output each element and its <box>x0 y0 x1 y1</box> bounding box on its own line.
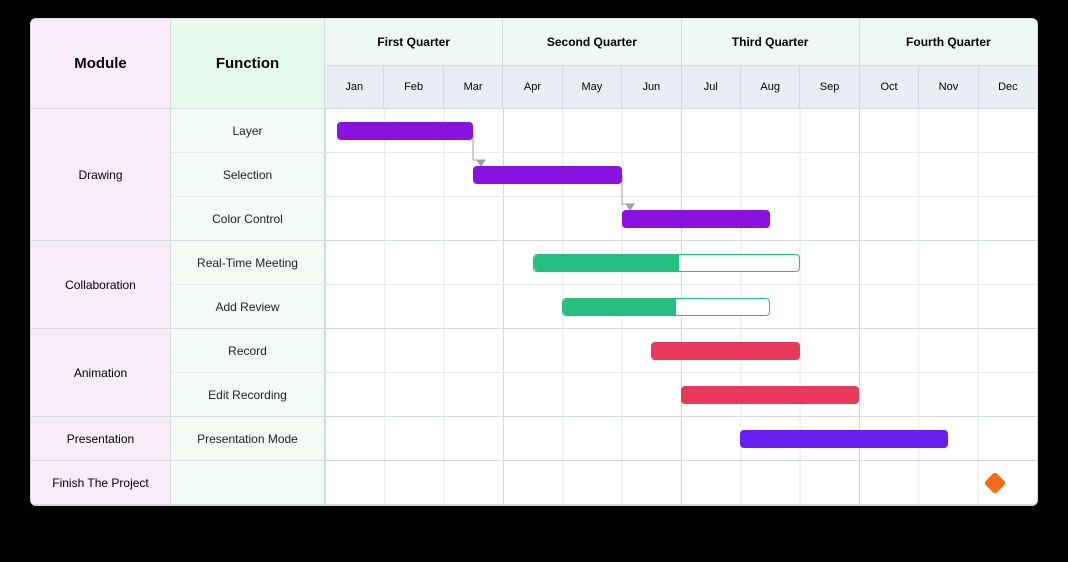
month-header: Jun <box>622 66 681 108</box>
function-cell: Record <box>171 329 325 372</box>
quarter-header: Fourth Quarter <box>860 19 1037 65</box>
timeline-cell <box>325 109 1037 152</box>
timeline-header: First Quarter Second Quarter Third Quart… <box>325 19 1037 108</box>
gantt-bar[interactable] <box>337 122 473 140</box>
month-header: Aug <box>741 66 800 108</box>
month-header: Jan <box>325 66 384 108</box>
gantt-body: DrawingLayerSelectionColor ControlCollab… <box>31 109 1037 505</box>
milestone-marker[interactable] <box>984 472 1007 495</box>
quarter-header: First Quarter <box>325 19 503 65</box>
timeline-cell <box>325 461 1037 504</box>
gantt-header: Module Function First Quarter Second Qua… <box>31 19 1037 109</box>
module-cell: Drawing <box>31 109 171 241</box>
timeline-cell <box>325 153 1037 196</box>
function-cell <box>171 461 325 504</box>
timeline-cell <box>325 285 1037 328</box>
month-header: Oct <box>860 66 919 108</box>
gantt-bar[interactable] <box>681 386 859 404</box>
month-header: Jul <box>682 66 741 108</box>
timeline-cell <box>325 197 1037 240</box>
month-header: May <box>563 66 622 108</box>
gantt-row: Selection <box>31 153 1037 197</box>
column-header-module: Module <box>31 19 171 108</box>
gantt-row: Add Review <box>31 285 1037 329</box>
gantt-bar[interactable] <box>740 430 948 448</box>
function-cell: Selection <box>171 153 325 196</box>
timeline-cell <box>325 329 1037 372</box>
gantt-row: Finish The Project <box>31 461 1037 505</box>
gantt-row: AnimationRecord <box>31 329 1037 373</box>
function-cell: Add Review <box>171 285 325 328</box>
gantt-bar[interactable] <box>533 254 800 272</box>
quarter-header: Third Quarter <box>682 19 860 65</box>
gantt-row: DrawingLayer <box>31 109 1037 153</box>
gantt-row: Edit Recording <box>31 373 1037 417</box>
function-cell: Layer <box>171 109 325 152</box>
month-header: Sep <box>800 66 859 108</box>
gantt-chart: Module Function First Quarter Second Qua… <box>30 18 1038 506</box>
gantt-bar[interactable] <box>473 166 621 184</box>
function-cell: Presentation Mode <box>171 417 325 460</box>
function-cell: Real-Time Meeting <box>171 241 325 284</box>
month-header: Nov <box>919 66 978 108</box>
module-cell: Collaboration <box>31 241 171 329</box>
column-header-function: Function <box>171 19 325 108</box>
gantt-bar[interactable] <box>651 342 799 360</box>
gantt-bar[interactable] <box>562 298 770 316</box>
function-cell: Edit Recording <box>171 373 325 416</box>
month-header: Apr <box>503 66 562 108</box>
function-cell: Color Control <box>171 197 325 240</box>
gantt-row: Color Control <box>31 197 1037 241</box>
gantt-row: CollaborationReal-Time Meeting <box>31 241 1037 285</box>
timeline-cell <box>325 373 1037 416</box>
month-header: Feb <box>384 66 443 108</box>
gantt-row: PresentationPresentation Mode <box>31 417 1037 461</box>
month-header: Dec <box>979 66 1037 108</box>
month-header: Mar <box>444 66 503 108</box>
gantt-bar[interactable] <box>622 210 770 228</box>
timeline-cell <box>325 241 1037 284</box>
module-cell: Presentation <box>31 417 171 460</box>
quarter-header: Second Quarter <box>503 19 681 65</box>
module-cell: Finish The Project <box>31 461 171 504</box>
module-cell: Animation <box>31 329 171 417</box>
timeline-cell <box>325 417 1037 460</box>
